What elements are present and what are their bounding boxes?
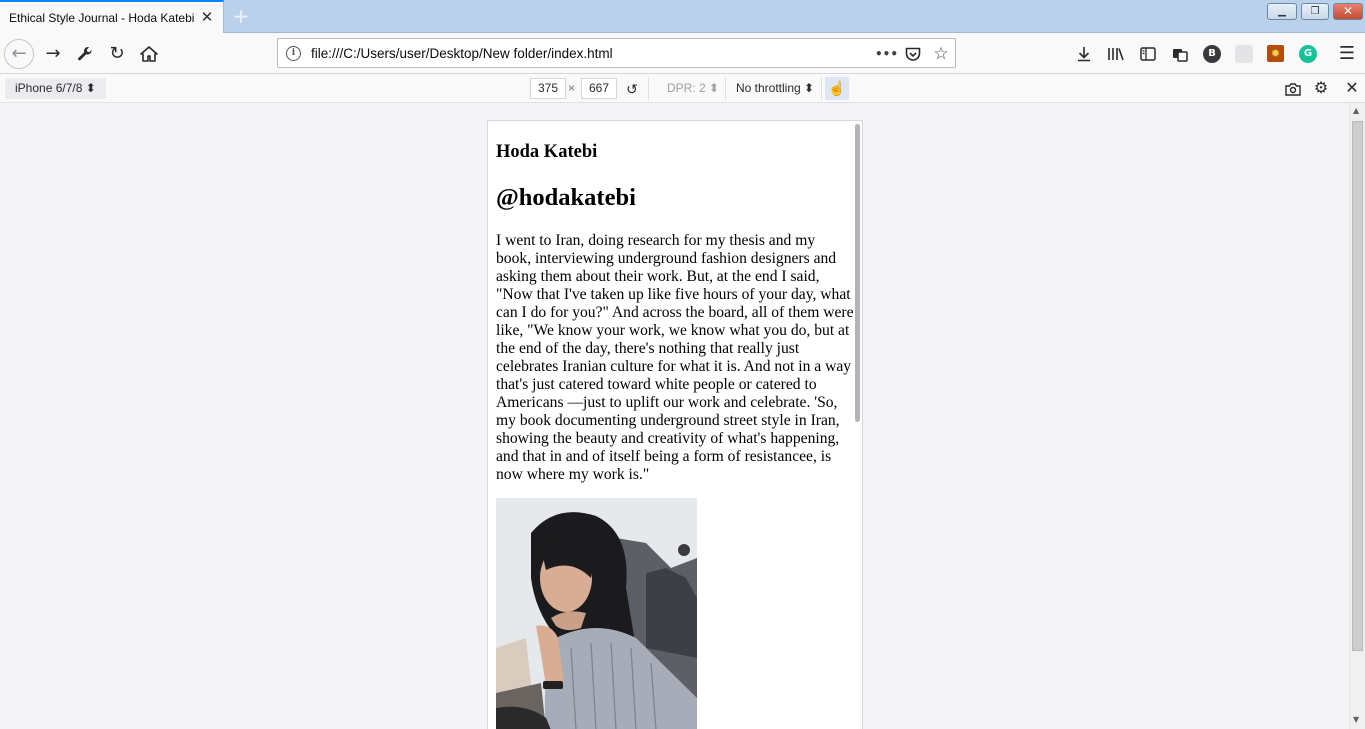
scroll-down-arrow-icon[interactable]: ▼ xyxy=(1353,715,1359,724)
url-bar[interactable]: i file:///C:/Users/user/Desktop/New fold… xyxy=(277,38,956,68)
page-scrollbar[interactable]: ▲ ▼ xyxy=(1349,103,1365,729)
wrench-icon[interactable] xyxy=(70,39,100,69)
viewport-scrollbar[interactable] xyxy=(855,124,860,422)
divider xyxy=(725,77,726,100)
info-icon[interactable]: i xyxy=(286,46,301,61)
bookmark-star-icon[interactable]: ☆ xyxy=(931,44,951,64)
tab-close-icon[interactable]: ✕ xyxy=(200,10,214,25)
page-actions-icon[interactable]: ••• xyxy=(875,44,898,64)
download-icon[interactable] xyxy=(1073,43,1095,65)
addon-icon-2[interactable]: ✹ xyxy=(1267,45,1284,62)
grammarly-icon[interactable]: G xyxy=(1299,45,1317,63)
tab-title: Ethical Style Journal - Hoda Katebi xyxy=(9,11,195,25)
settings-gear-icon[interactable]: ⚙ xyxy=(1310,78,1332,100)
pocket-icon[interactable] xyxy=(903,44,923,64)
close-rdm-icon[interactable]: ✕ xyxy=(1341,78,1363,100)
minimize-button[interactable]: ▁ xyxy=(1267,3,1297,20)
touch-simulation-icon[interactable]: ☝ xyxy=(825,77,849,100)
addon-icon[interactable] xyxy=(1235,45,1253,63)
page-content: Hoda Katebi @hodakatebi I went to Iran, … xyxy=(496,121,854,484)
title-bar: Ethical Style Journal - Hoda Katebi ✕ + … xyxy=(0,0,1365,34)
scrollbar-thumb[interactable] xyxy=(1352,121,1363,651)
home-icon[interactable] xyxy=(134,39,164,69)
viewport-height-input[interactable]: 667 xyxy=(581,78,617,99)
name-heading: Hoda Katebi xyxy=(496,142,598,162)
active-tab[interactable]: Ethical Style Journal - Hoda Katebi ✕ xyxy=(0,0,224,34)
back-arrow-icon[interactable]: ← xyxy=(4,39,34,69)
dpr-selector[interactable]: DPR: 2 ⬍ xyxy=(667,78,719,99)
forward-arrow-icon[interactable]: → xyxy=(38,39,68,69)
device-viewport: Hoda Katebi @hodakatebi I went to Iran, … xyxy=(487,120,863,729)
scroll-up-arrow-icon[interactable]: ▲ xyxy=(1353,106,1359,115)
screenshot-camera-icon[interactable] xyxy=(1282,78,1304,100)
responsive-design-toolbar: iPhone 6/7/8 ⬍ 375 × 667 ↺ DPR: 2 ⬍ No t… xyxy=(0,74,1365,103)
restore-button[interactable]: ❐ xyxy=(1301,3,1329,20)
dimension-separator: × xyxy=(568,81,576,95)
throttling-selector[interactable]: No throttling ⬍ xyxy=(736,78,814,99)
menu-icon[interactable]: ☰ xyxy=(1336,43,1358,65)
divider xyxy=(648,77,649,100)
library-icon[interactable] xyxy=(1105,43,1127,65)
viewport-width-input[interactable]: 375 xyxy=(530,78,566,99)
rotate-icon[interactable]: ↺ xyxy=(621,78,643,100)
device-selector[interactable]: iPhone 6/7/8 ⬍ xyxy=(5,78,106,99)
sidebar-icon[interactable] xyxy=(1137,43,1159,65)
b-plus-icon[interactable]: B xyxy=(1203,45,1221,63)
quote-paragraph: I went to Iran, doing research for my th… xyxy=(496,232,854,483)
portrait-photo xyxy=(496,498,697,729)
url-text[interactable]: file:///C:/Users/user/Desktop/New folder… xyxy=(311,46,613,61)
extensions-icon[interactable] xyxy=(1169,43,1191,65)
reload-icon[interactable]: ↻ xyxy=(102,39,132,69)
divider xyxy=(821,77,822,100)
handle-heading: @hodakatebi xyxy=(496,184,636,211)
new-tab-icon[interactable]: + xyxy=(232,6,250,26)
navigation-toolbar: ← → ↻ i file:///C:/Users/user/Desktop/Ne… xyxy=(0,33,1365,74)
close-window-button[interactable]: ✕ xyxy=(1333,3,1363,20)
